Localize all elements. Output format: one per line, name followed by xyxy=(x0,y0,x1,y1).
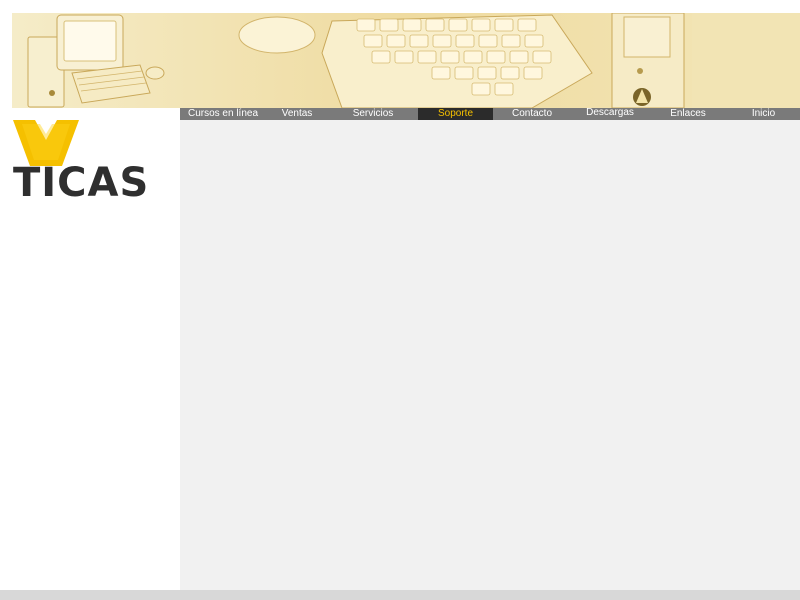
ticas-logo[interactable]: TICAS xyxy=(13,120,150,206)
nav-item-ventas[interactable]: Ventas xyxy=(266,108,328,120)
logo-wordmark: TICAS xyxy=(13,160,150,206)
nav-item-enlaces[interactable]: Enlaces xyxy=(649,108,727,120)
nav-item-contacto[interactable]: Contacto xyxy=(493,108,571,120)
nav-item-inicio[interactable]: Inicio xyxy=(727,108,800,120)
header-banner-image xyxy=(12,13,800,108)
nav-item-cursos-en-linea[interactable]: Cursos en línea xyxy=(180,108,266,120)
main-nav: Cursos en línea Ventas Servicios Soporte… xyxy=(180,108,800,120)
nav-item-soporte[interactable]: Soporte xyxy=(418,108,493,120)
computer-illustration xyxy=(12,13,800,108)
left-sidebar: TICAS xyxy=(0,108,180,590)
nav-item-descargas[interactable]: Descargas xyxy=(571,108,649,120)
footer-bar xyxy=(0,590,800,600)
nav-item-servicios[interactable]: Servicios xyxy=(328,108,418,120)
main-content-area xyxy=(180,120,800,590)
